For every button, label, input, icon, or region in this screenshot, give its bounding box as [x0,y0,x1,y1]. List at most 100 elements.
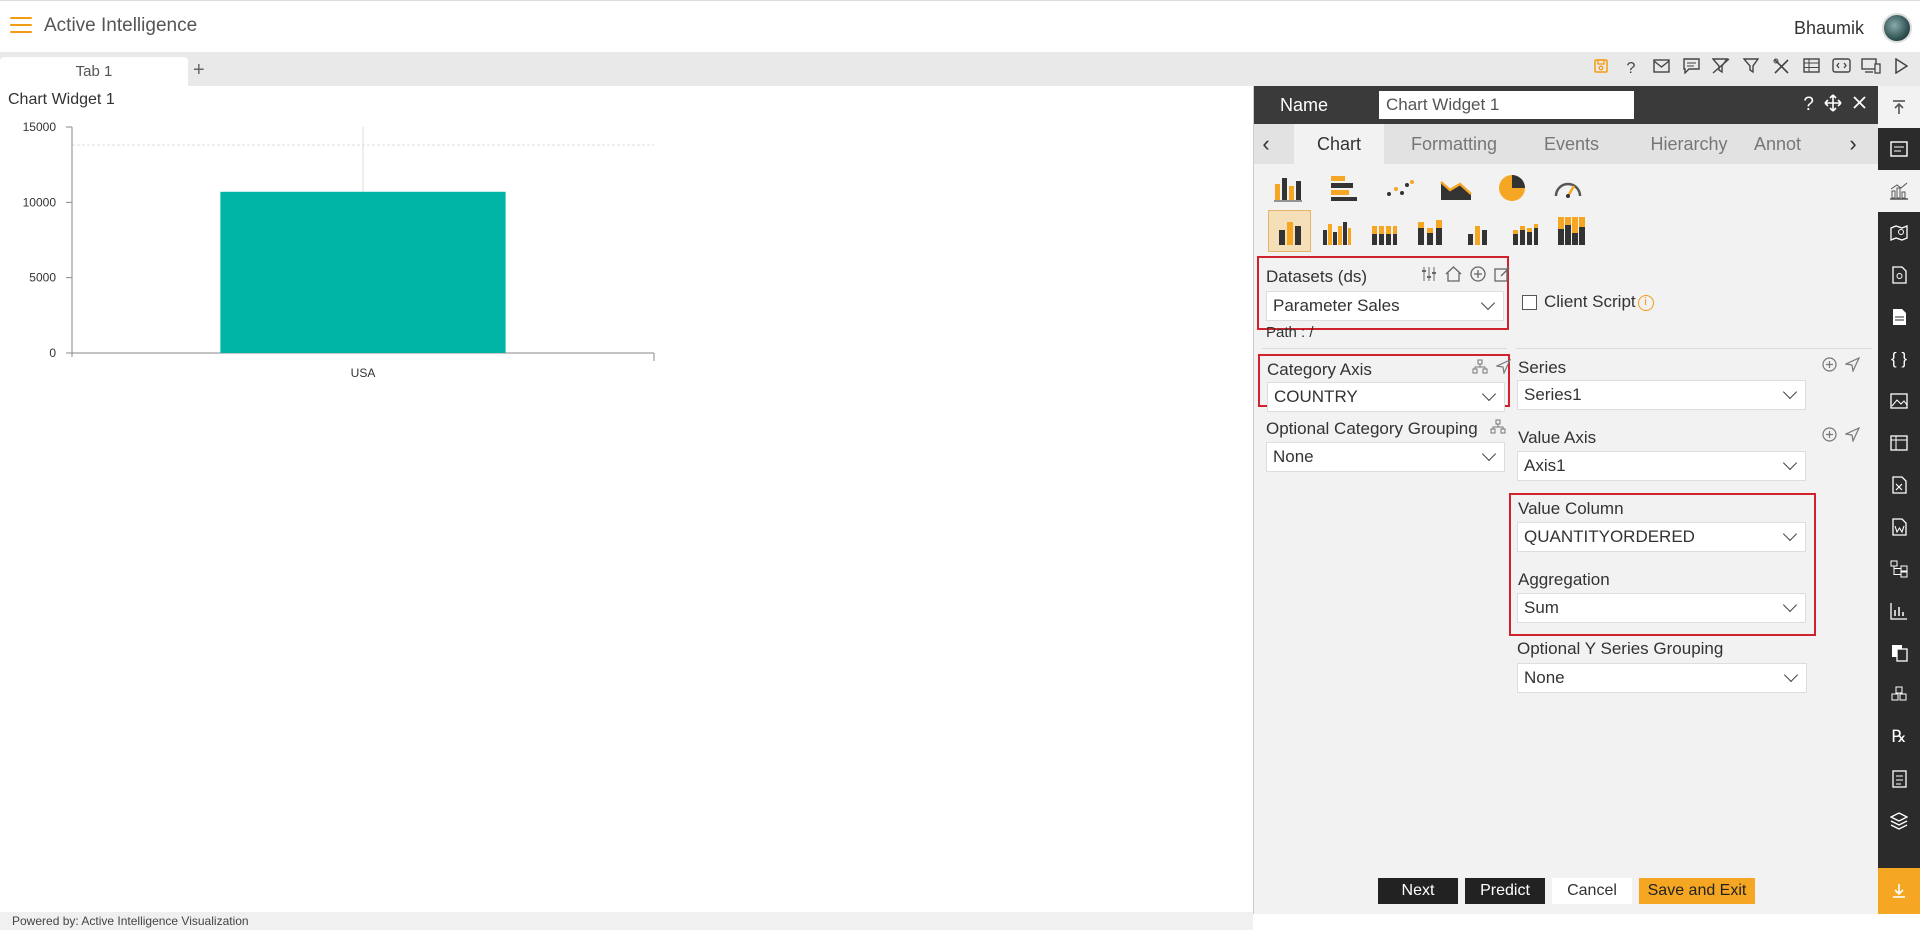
stacked-column-icon[interactable] [1362,210,1405,252]
hierarchy-icon[interactable] [1472,359,1488,379]
name-input[interactable] [1379,91,1634,119]
move-icon[interactable] [1824,94,1842,118]
sliders-icon[interactable] [1421,266,1437,287]
value-column-select[interactable]: QUANTITYORDERED [1517,522,1806,552]
datasets-actions [1421,266,1510,287]
pie-chart-icon[interactable] [1490,170,1534,206]
grid-table-icon[interactable] [1878,422,1920,464]
series-select[interactable]: Series1 [1517,380,1806,410]
collapse-down-icon[interactable] [1878,868,1920,914]
tab-1[interactable]: Tab 1 [0,57,188,86]
cancel-button[interactable]: Cancel [1552,878,1632,904]
percent-stacked-icon[interactable] [1550,210,1593,252]
navigate-icon[interactable] [1494,358,1512,379]
clear-filter-icon[interactable] [1710,58,1732,80]
value-axis-value: Axis1 [1524,456,1566,475]
embed-icon[interactable] [1830,58,1852,80]
scatter-chart-icon[interactable] [1378,170,1422,206]
stacked-small-icon[interactable] [1503,210,1546,252]
x-tick-label: USA [351,366,376,380]
navigate-icon[interactable] [1843,356,1861,377]
image-icon[interactable] [1878,380,1920,422]
avatar[interactable] [1882,13,1912,43]
predict-button[interactable]: Predict [1465,878,1545,904]
tools-icon[interactable] [1770,58,1792,80]
optional-category-select[interactable]: None [1266,442,1505,472]
page-icon[interactable] [1878,296,1920,338]
category-axis-actions [1472,358,1512,379]
optional-category-actions [1490,419,1506,439]
hierarchy-icon[interactable] [1490,419,1506,439]
grouped-column-icon[interactable] [1315,210,1358,252]
y-tick-label: 0 [49,346,56,360]
properties-icon[interactable] [1878,128,1920,170]
play-icon[interactable] [1890,57,1912,80]
kpi-chart-icon[interactable] [1878,590,1920,632]
table-icon[interactable] [1800,58,1822,80]
value-axis-select[interactable]: Axis1 [1517,451,1806,481]
next-button[interactable]: Next [1378,878,1458,904]
report-icon[interactable] [1878,758,1920,800]
document-icon[interactable] [1878,254,1920,296]
optional-y-select[interactable]: None [1517,663,1807,693]
category-axis-select[interactable]: COUNTRY [1267,382,1505,412]
dataset-select[interactable]: Parameter Sales [1266,291,1504,321]
panel-tabs: ‹ Chart Formatting Events Hierarchy Anno… [1254,124,1879,164]
tab-annotations[interactable]: Annot [1754,124,1824,164]
map-chart-icon[interactable] [1878,212,1920,254]
help-icon[interactable]: ? [1620,58,1642,80]
stacked-column-2-icon[interactable] [1409,210,1452,252]
gauge-chart-icon[interactable] [1546,170,1590,206]
tabs-prev-icon[interactable]: ‹ [1254,124,1278,164]
aggregation-select[interactable]: Sum [1517,593,1806,623]
save-exit-button[interactable]: Save and Exit [1639,878,1755,904]
layers-icon[interactable] [1878,800,1920,842]
column-chart-icon[interactable] [1266,170,1310,206]
word-icon[interactable] [1878,506,1920,548]
home-icon[interactable] [1445,266,1462,287]
chevron-down-icon [1783,667,1799,683]
tabs-next-icon[interactable]: › [1841,124,1865,164]
rx-icon[interactable]: ℞ [1878,716,1920,758]
add-circle-icon[interactable] [1470,266,1486,287]
cubes-icon[interactable] [1878,674,1920,716]
optional-category-value: None [1273,447,1314,466]
tree-icon[interactable] [1878,548,1920,590]
edit-icon[interactable] [1494,266,1510,287]
username[interactable]: Bhaumik [1794,18,1864,39]
tab-formatting[interactable]: Formatting [1394,124,1514,164]
y-tick-label: 15000 [23,120,57,134]
tab-hierarchy[interactable]: Hierarchy [1634,124,1744,164]
chevron-down-icon [1782,384,1798,400]
panel-header: Name ? [1254,86,1879,124]
add-circle-icon[interactable] [1822,427,1837,447]
toolbar: ? [1590,57,1912,80]
bar-chart-icon[interactable] [1322,170,1366,206]
save-icon[interactable] [1590,58,1612,80]
close-icon[interactable] [1852,94,1867,118]
add-tab-icon[interactable]: + [193,57,205,83]
excel-icon[interactable] [1878,464,1920,506]
client-script-checkbox[interactable] [1522,295,1537,310]
tab-events[interactable]: Events [1524,124,1619,164]
add-circle-icon[interactable] [1822,357,1837,377]
mail-icon[interactable] [1650,58,1672,80]
small-column-icon[interactable] [1456,210,1499,252]
tab-chart[interactable]: Chart [1294,124,1384,164]
chart-settings-icon[interactable] [1878,170,1920,212]
clustered-column-icon[interactable] [1268,210,1311,252]
filter-icon[interactable] [1740,58,1762,80]
help-icon[interactable]: ? [1803,94,1814,118]
navigate-icon[interactable] [1843,426,1861,447]
menu-icon[interactable] [10,17,32,35]
chevron-down-icon [1782,455,1798,471]
collapse-up-icon[interactable] [1878,86,1920,128]
code-braces-icon[interactable]: { } [1878,338,1920,380]
y-tick-label: 10000 [23,195,57,209]
info-icon[interactable]: i [1637,294,1654,311]
devices-icon[interactable] [1860,58,1882,80]
copy-icon[interactable] [1878,632,1920,674]
area-chart-icon[interactable] [1434,170,1478,206]
comment-icon[interactable] [1680,58,1702,80]
optional-y-label: Optional Y Series Grouping [1517,639,1724,658]
